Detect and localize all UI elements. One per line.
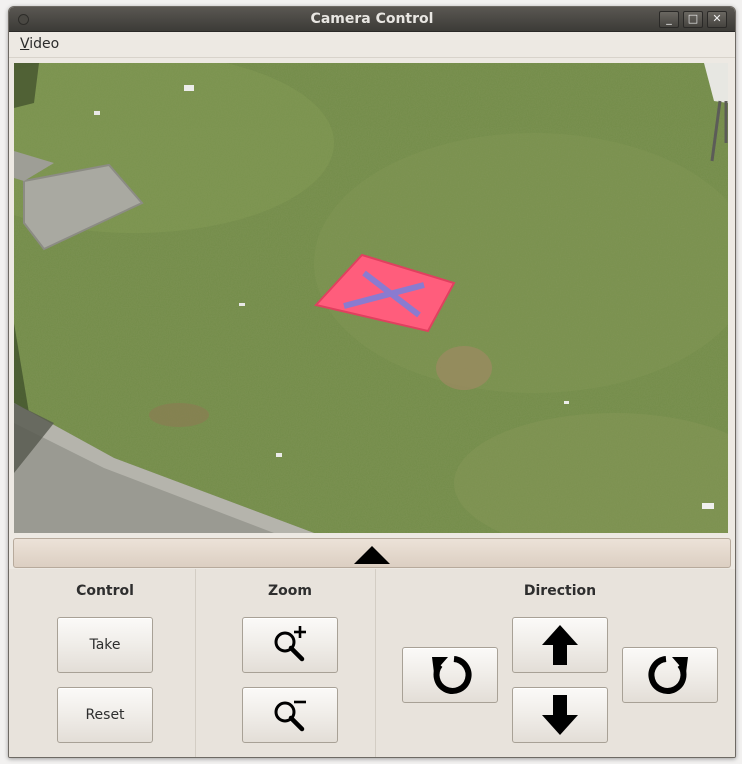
rotate-left-button[interactable] xyxy=(402,647,498,703)
separator xyxy=(375,569,376,757)
control-panel: Control Take Reset Zoom Direction xyxy=(9,569,735,757)
rotate-right-icon xyxy=(648,656,688,694)
zoom-out-icon xyxy=(274,700,306,732)
camera-control-window: Camera Control _ □ ✕ Video Control Take … xyxy=(8,6,736,758)
control-group-label: Control xyxy=(76,583,134,599)
arrow-up-icon xyxy=(542,625,578,665)
arrow-down-icon xyxy=(542,695,578,735)
menu-video-label: ideo xyxy=(29,36,60,52)
title-bar[interactable]: Camera Control _ □ ✕ xyxy=(9,7,735,32)
video-frame xyxy=(14,63,728,533)
maximize-button[interactable]: □ xyxy=(683,11,703,28)
menu-video-mnemonic: V xyxy=(20,36,30,52)
close-button[interactable]: ✕ xyxy=(707,11,727,28)
panel-toggle-bar[interactable] xyxy=(13,538,731,568)
close-icon: ✕ xyxy=(712,12,722,25)
zoom-group-label: Zoom xyxy=(268,583,312,599)
move-up-button[interactable] xyxy=(512,617,608,673)
maximize-icon: □ xyxy=(687,12,699,25)
minimize-icon: _ xyxy=(666,12,672,25)
move-down-button[interactable] xyxy=(512,687,608,743)
take-button-label: Take xyxy=(89,637,121,653)
zoom-out-button[interactable] xyxy=(242,687,338,743)
reset-button-label: Reset xyxy=(85,707,125,723)
menu-bar: Video xyxy=(9,32,735,58)
minimize-button[interactable]: _ xyxy=(659,11,679,28)
rotate-left-icon xyxy=(432,656,472,694)
menu-video[interactable]: Video xyxy=(20,36,59,52)
zoom-in-button[interactable] xyxy=(242,617,338,673)
rotate-right-button[interactable] xyxy=(622,647,718,703)
window-title: Camera Control xyxy=(310,11,434,27)
camera-video-feed xyxy=(14,63,728,533)
separator xyxy=(195,569,196,757)
reset-button[interactable]: Reset xyxy=(57,687,153,743)
triangle-up-icon xyxy=(354,546,390,564)
direction-group-label: Direction xyxy=(523,583,597,599)
take-button[interactable]: Take xyxy=(57,617,153,673)
zoom-in-icon xyxy=(274,626,306,662)
